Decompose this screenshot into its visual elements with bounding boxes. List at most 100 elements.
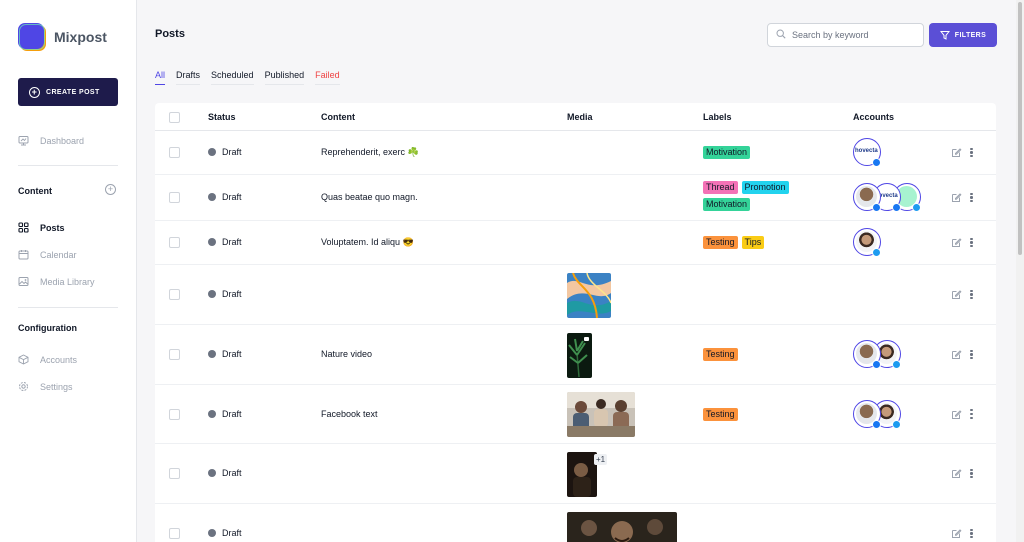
row-checkbox[interactable] <box>169 289 180 300</box>
table-header: Status Content Media Labels Accounts <box>155 103 996 131</box>
status-dot <box>208 409 216 418</box>
sidebar-item-accounts[interactable]: Accounts <box>18 354 77 365</box>
edit-icon[interactable] <box>951 349 962 360</box>
content-text: Voluptatem. Id aliqu 😎 <box>321 237 414 247</box>
sidebar-item-label: Accounts <box>40 354 78 365</box>
sidebar-item-label: Settings <box>40 381 73 392</box>
edit-icon[interactable] <box>951 237 962 248</box>
edit-icon[interactable] <box>951 147 962 158</box>
sidebar-item-posts[interactable]: Posts <box>18 222 65 233</box>
media-thumbnail[interactable] <box>567 451 597 497</box>
row-checkbox[interactable] <box>169 237 180 248</box>
add-content-icon[interactable]: + <box>105 184 116 195</box>
account-avatar[interactable] <box>853 228 881 257</box>
edit-icon[interactable] <box>951 409 962 420</box>
row-checkbox[interactable] <box>169 147 180 158</box>
label-badge[interactable]: Motivation <box>703 198 751 211</box>
sidebar-item-media-library[interactable]: Media Library <box>18 276 95 287</box>
tab-scheduled[interactable]: Scheduled <box>211 70 254 85</box>
page-scrollbar[interactable] <box>1016 0 1024 542</box>
twitter-icon <box>872 248 881 257</box>
more-options-icon[interactable] <box>970 192 973 203</box>
filters-button[interactable]: FILTERS <box>929 23 997 47</box>
account-avatar[interactable]: hovecta <box>853 138 881 167</box>
tab-drafts[interactable]: Drafts <box>176 70 201 85</box>
create-post-label: CREATE POST <box>46 88 100 96</box>
media-thumbnail[interactable] <box>567 332 592 378</box>
column-header-content: Content <box>321 112 355 122</box>
app-name: Mixpost <box>54 29 107 45</box>
search-box[interactable] <box>767 23 924 47</box>
facebook-icon <box>872 203 881 212</box>
account-avatar[interactable] <box>853 340 881 369</box>
row-checkbox[interactable] <box>169 528 180 539</box>
search-icon <box>776 26 786 44</box>
table-row[interactable]: Draft Reprehenderit, exerc ☘️ Motivation ho… <box>155 131 996 175</box>
sidebar-item-dashboard[interactable]: Dashboard <box>18 135 84 146</box>
logo-icon <box>18 23 46 51</box>
tab-all[interactable]: All <box>155 70 166 85</box>
table-row[interactable]: Draft +1 <box>155 444 996 504</box>
edit-icon[interactable] <box>951 468 962 479</box>
content-text: Facebook text <box>321 408 378 419</box>
row-checkbox[interactable] <box>169 408 180 420</box>
more-options-icon[interactable] <box>970 147 973 158</box>
more-options-icon[interactable] <box>970 237 973 248</box>
edit-icon[interactable] <box>951 528 962 539</box>
content-text: Quas beatae quo magn. <box>321 192 418 202</box>
media-thumbnail[interactable] <box>567 272 611 318</box>
monitor-icon <box>18 135 29 146</box>
tab-failed[interactable]: Failed <box>315 70 340 85</box>
sidebar: Mixpost + CREATE POST Dashboard Content … <box>0 0 137 542</box>
more-options-icon[interactable] <box>970 289 973 300</box>
sidebar-item-calendar[interactable]: Calendar <box>18 249 77 260</box>
create-post-button[interactable]: + CREATE POST <box>18 78 118 106</box>
sidebar-item-label: Posts <box>40 222 65 233</box>
status-text: Draft <box>222 192 242 202</box>
search-input[interactable] <box>792 30 917 40</box>
edit-icon[interactable] <box>951 289 962 300</box>
content-text: Reprehenderit, exerc ☘️ <box>321 147 419 157</box>
scrollbar-thumb[interactable] <box>1018 2 1022 255</box>
account-avatar-text: hovecta <box>855 148 878 154</box>
row-checkbox[interactable] <box>169 468 180 479</box>
row-actions <box>951 528 973 539</box>
content-section-title: Content <box>18 186 52 196</box>
label-badge[interactable]: Testing <box>703 348 738 361</box>
more-options-icon[interactable] <box>970 528 973 539</box>
table-row[interactable]: Draft Facebook text Testing <box>155 385 996 444</box>
table-row[interactable]: Draft Nature video Testing <box>155 325 996 385</box>
status-dot <box>208 469 216 477</box>
table-row[interactable]: Draft <box>155 504 996 542</box>
table-row[interactable]: Draft Voluptatem. Id aliqu 😎 Testing Tips <box>155 221 996 265</box>
status-cell: Draft <box>208 237 242 247</box>
media-thumbnail[interactable] <box>567 392 635 437</box>
status-dot <box>208 350 216 358</box>
table-row[interactable]: Draft Quas beatae quo magn. Thread Promotio… <box>155 175 996 221</box>
row-checkbox[interactable] <box>169 349 180 360</box>
sidebar-item-settings[interactable]: Settings <box>18 381 73 392</box>
tab-published[interactable]: Published <box>264 70 305 85</box>
plus-circle-icon: + <box>29 86 40 98</box>
label-badge[interactable]: Testing <box>703 236 738 249</box>
labels-cell: Thread Promotion Motivation <box>703 181 813 211</box>
status-tabs: All Drafts Scheduled Published Failed <box>155 70 351 85</box>
media-more-count: +1 <box>594 453 608 465</box>
logo[interactable]: Mixpost <box>18 23 107 51</box>
row-checkbox[interactable] <box>169 192 180 203</box>
table-row[interactable]: Draft <box>155 265 996 325</box>
row-actions <box>951 289 973 300</box>
label-badge[interactable]: Testing <box>703 407 738 421</box>
more-options-icon[interactable] <box>970 468 973 479</box>
account-avatar[interactable] <box>853 183 881 212</box>
more-options-icon[interactable] <box>970 409 973 419</box>
media-thumbnail[interactable] <box>567 512 677 542</box>
account-avatar[interactable] <box>853 399 881 429</box>
more-options-icon[interactable] <box>970 349 973 360</box>
edit-icon[interactable] <box>951 192 962 203</box>
label-badge[interactable]: Motivation <box>703 146 751 159</box>
label-badge[interactable]: Tips <box>741 236 765 249</box>
label-badge[interactable]: Thread <box>703 181 738 194</box>
select-all-checkbox[interactable] <box>169 112 180 123</box>
label-badge[interactable]: Promotion <box>741 181 789 194</box>
